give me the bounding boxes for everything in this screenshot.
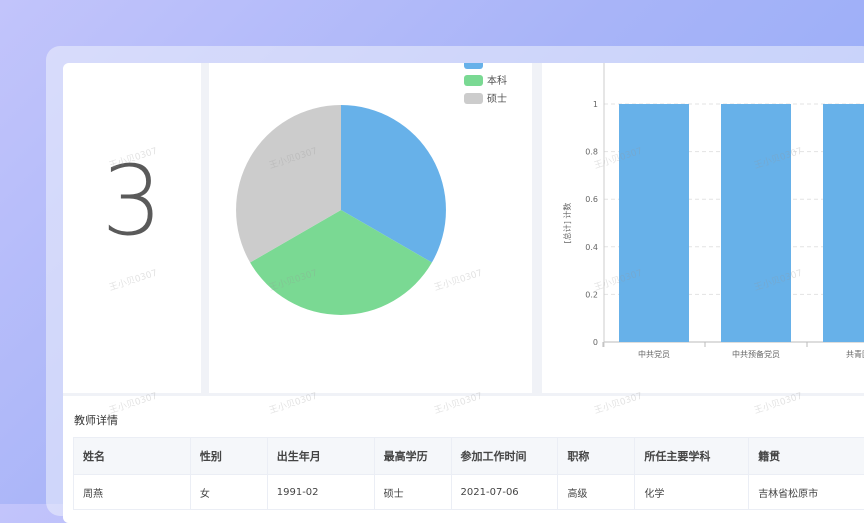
y-tick-label: 0.2 (585, 290, 598, 299)
cell-subject: 化学 (635, 475, 749, 510)
y-tick-label: 0 (593, 338, 598, 347)
y-tick-label: 0.6 (585, 195, 598, 204)
table-header-row: 姓名 性别 出生年月 最高学历 参加工作时间 职称 所任主要学科 籍贯 (74, 438, 864, 475)
cell-gender: 女 (190, 475, 267, 510)
col-hometown[interactable]: 籍贯 (749, 438, 864, 475)
bar[interactable] (823, 104, 864, 342)
teacher-details-title: 教师详情 (74, 412, 118, 428)
bar[interactable] (619, 104, 689, 342)
cell-work-start: 2021-07-06 (451, 475, 558, 510)
col-education[interactable]: 最高学历 (374, 438, 451, 475)
y-tick-label: 1 (593, 100, 598, 109)
col-subject[interactable]: 所任主要学科 (635, 438, 749, 475)
cell-birth: 1991-02 (267, 475, 374, 510)
y-axis-label: [总计] 计数 (562, 203, 572, 244)
cell-hometown: 吉林省松原市 (749, 475, 864, 510)
col-work-start[interactable]: 参加工作时间 (451, 438, 558, 475)
x-tick-label: 共青团 (846, 349, 864, 359)
y-tick-label: 0.4 (585, 243, 598, 252)
col-title[interactable]: 职称 (558, 438, 635, 475)
party-bar-card: 0 0.2 0.4 0.6 0.8 1 [总计] 计数中共党员 中共预备党员 共青团 (542, 63, 864, 393)
cell-education: 硕士 (374, 475, 451, 510)
teacher-table: 姓名 性别 出生年月 最高学历 参加工作时间 职称 所任主要学科 籍贯 周燕 女… (73, 437, 864, 510)
col-name[interactable]: 姓名 (74, 438, 191, 475)
col-birth[interactable]: 出生年月 (267, 438, 374, 475)
cell-title: 高级 (558, 475, 635, 510)
x-tick-label: 中共党员 (638, 349, 670, 359)
teacher-count-card: 3 (63, 63, 201, 393)
x-tick-label: 中共预备党员 (732, 349, 780, 359)
table-row[interactable]: 周燕 女 1991-02 硕士 2021-07-06 高级 化学 吉林省松原市 (74, 475, 864, 510)
education-pie-card: 本科 硕士 (209, 63, 532, 393)
dashboard-panel: 3 本科 硕士 0 0.2 0.4 0.6 0.8 1 [总计] 计数中共党员 中共预备党员 共… (63, 63, 864, 523)
y-tick-label: 0.8 (585, 148, 598, 157)
party-bar-chart: 0 0.2 0.4 0.6 0.8 1 [总计] 计数中共党员 中共预备党员 共青团 (542, 63, 864, 393)
cell-name: 周燕 (74, 475, 191, 510)
col-gender[interactable]: 性别 (190, 438, 267, 475)
teacher-count-value: 3 (63, 145, 201, 257)
bar[interactable] (721, 104, 791, 342)
education-pie-chart (209, 63, 532, 393)
